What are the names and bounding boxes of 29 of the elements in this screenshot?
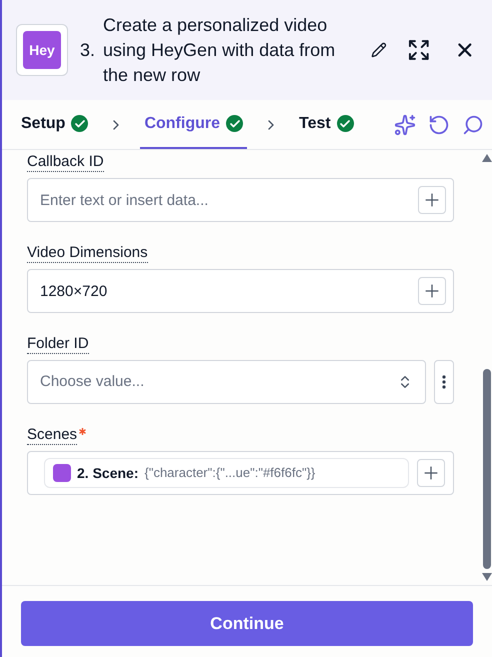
step-number: 3. bbox=[80, 38, 96, 62]
step-tab[interactable]: Configure bbox=[140, 100, 247, 149]
edit-icon[interactable] bbox=[370, 42, 387, 58]
input-field[interactable]: 2. Scene: {"character":{"...ue":"#f6f6fc"}} bbox=[27, 451, 454, 495]
insert-data-button[interactable] bbox=[418, 186, 446, 214]
kebab-icon bbox=[442, 375, 446, 389]
select-field[interactable]: Choose value... bbox=[27, 360, 426, 404]
step-tab[interactable]: Setup bbox=[17, 100, 92, 149]
input-field[interactable]: Enter text or insert data... bbox=[27, 178, 454, 222]
search-icon[interactable] bbox=[462, 114, 484, 136]
field-label: Folder ID bbox=[27, 335, 89, 354]
pill-label: 2. Scene: bbox=[77, 464, 138, 482]
step-title: Create a personalized video using HeyGen with data from the new row bbox=[103, 14, 336, 86]
continue-button[interactable]: Continue bbox=[21, 601, 473, 646]
logo-text: Hey bbox=[29, 40, 55, 60]
more-options-button[interactable] bbox=[434, 360, 454, 404]
undo-icon[interactable] bbox=[428, 114, 450, 136]
pill-value: {"character":{"...ue":"#f6f6fc"}} bbox=[144, 464, 316, 482]
field-label: Callback ID bbox=[27, 153, 104, 172]
sparkles-icon[interactable] bbox=[394, 114, 416, 136]
step-tab[interactable]: Test bbox=[295, 100, 358, 149]
insert-data-button[interactable] bbox=[418, 277, 446, 305]
input-field[interactable]: 1280×720 bbox=[27, 269, 454, 313]
insert-data-button[interactable] bbox=[417, 459, 445, 487]
app-logo-icon bbox=[53, 464, 71, 482]
expand-icon[interactable] bbox=[406, 38, 430, 62]
data-pill[interactable]: 2. Scene: {"character":{"...ue":"#f6f6fc"}} bbox=[44, 458, 409, 488]
field-label: Scenes bbox=[27, 426, 78, 445]
field-label: Video Dimensions bbox=[27, 244, 148, 263]
